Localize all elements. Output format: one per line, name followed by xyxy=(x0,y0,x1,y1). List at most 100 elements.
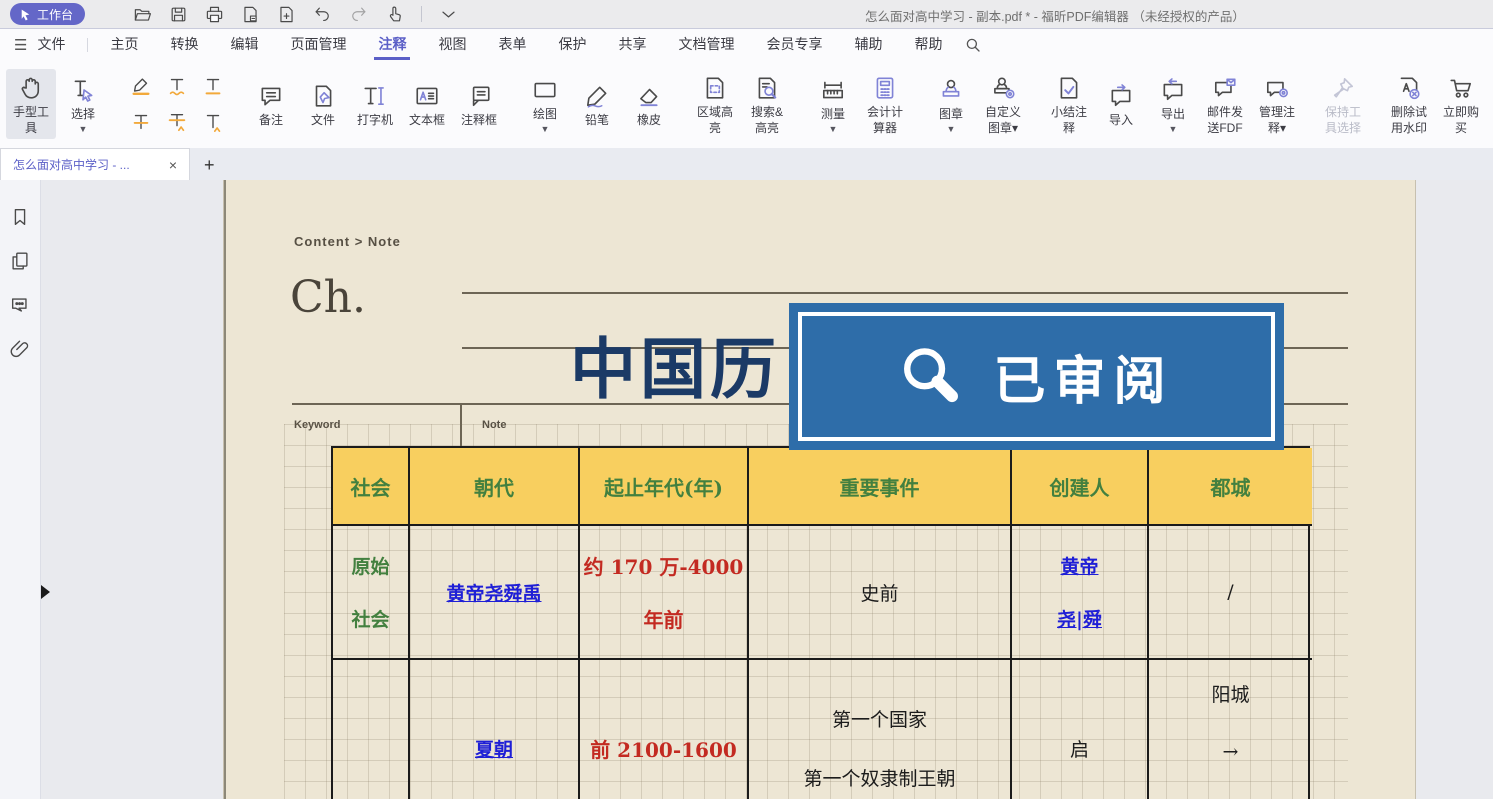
tab-close-icon[interactable]: × xyxy=(165,157,181,173)
page-new-icon[interactable] xyxy=(277,5,296,24)
strikeout-icon xyxy=(130,111,152,133)
paperclip-icon xyxy=(9,338,31,360)
drawing-button[interactable]: 绘图▼ xyxy=(520,71,570,136)
highlight-icon xyxy=(130,75,152,97)
manage-comments-button[interactable]: 管理注释▾ xyxy=(1252,69,1302,139)
founder-link-top[interactable]: 黄帝 xyxy=(1060,552,1098,579)
menu-convert[interactable]: 转换 xyxy=(162,29,206,60)
dropdown-caret-icon: ▼ xyxy=(1169,125,1178,134)
select-tool-button[interactable]: 选择▼ xyxy=(58,71,108,136)
print-icon[interactable] xyxy=(205,5,224,24)
ruler-icon xyxy=(820,77,846,103)
redo-icon xyxy=(349,5,368,24)
cell-period: 前 2100-1600 xyxy=(580,660,749,799)
remove-trial-watermark-button[interactable]: 删除试用水印 xyxy=(1384,69,1434,139)
textbox-icon xyxy=(414,83,440,109)
menu-home[interactable]: 主页 xyxy=(102,29,146,60)
toolbar-group: 图章▼自定义图章▾ xyxy=(920,60,1034,148)
buy-now-button[interactable]: 立即购买 xyxy=(1436,69,1486,139)
menu-help[interactable]: 帮助 xyxy=(906,29,950,60)
strikeout-button[interactable] xyxy=(123,104,159,140)
textbox-button[interactable]: 文本框 xyxy=(402,77,452,131)
cell-dynasty: 黄帝尧舜禹 xyxy=(410,526,580,660)
text-markup-grid xyxy=(123,68,231,140)
underline-button[interactable] xyxy=(195,68,231,104)
chevron-down-icon[interactable] xyxy=(439,5,458,24)
period-bottom: 年前 xyxy=(644,604,684,633)
menu-assist[interactable]: 辅助 xyxy=(846,29,890,60)
stamp-frame: 已审阅 xyxy=(798,312,1275,441)
dynasty-link[interactable]: 黄帝尧舜禹 xyxy=(446,579,541,606)
stamp-text: 已审阅 xyxy=(993,339,1173,414)
save-icon[interactable] xyxy=(169,5,188,24)
summarize-comments-button[interactable]: 小结注释 xyxy=(1044,69,1094,139)
search-highlight-button[interactable]: 搜索&高亮 xyxy=(742,69,792,139)
document-tab[interactable]: 怎么面对高中学习 - ... × xyxy=(0,148,190,180)
page-scan-icon[interactable] xyxy=(241,5,260,24)
tool-label: 区域高亮 xyxy=(695,105,735,136)
menu-file[interactable]: 文件 xyxy=(29,29,73,60)
tool-label: 橡皮 xyxy=(637,113,661,128)
dynasty-link[interactable]: 夏朝 xyxy=(475,735,513,762)
sidebar-attachments-button[interactable] xyxy=(9,338,31,360)
eraser-button[interactable]: 橡皮 xyxy=(624,77,674,131)
menu-page-manage[interactable]: 页面管理 xyxy=(282,29,354,60)
history-table: 社会 朝代 起止年代(年) 重要事件 创建人 都城 原始 社会 黄帝尧舜禹 约 … xyxy=(331,446,1310,799)
sidebar-bookmarks-button[interactable] xyxy=(9,206,31,228)
new-tab-button[interactable]: + xyxy=(190,155,229,180)
menu-edit[interactable]: 编辑 xyxy=(222,29,266,60)
calculator-button[interactable]: 会计计算器 xyxy=(860,69,910,139)
custom-stamp-button[interactable]: 自定义图章▾ xyxy=(978,69,1028,139)
reviewed-stamp-annotation[interactable]: 已审阅 xyxy=(789,303,1284,450)
menu-doc-manage[interactable]: 文档管理 xyxy=(670,29,742,60)
touch-pointer-icon[interactable] xyxy=(385,5,404,24)
replace-text-button[interactable] xyxy=(159,104,195,140)
callout-button[interactable]: 注释框 xyxy=(454,77,504,131)
hand-tool-button[interactable]: 手型工具 xyxy=(6,69,56,139)
menubar: ☰ 文件主页转换编辑页面管理注释视图表单保护共享文档管理会员专享辅助帮助 xyxy=(0,29,1493,60)
squiggly-button[interactable] xyxy=(159,68,195,104)
menu-form[interactable]: 表单 xyxy=(490,29,534,60)
undo-icon[interactable] xyxy=(313,5,332,24)
area-highlight-button[interactable]: 区域高亮 xyxy=(690,69,740,139)
manage-comment-icon xyxy=(1264,75,1290,101)
sidebar-comments-button[interactable] xyxy=(9,294,31,316)
workspace-button[interactable]: 工作台 xyxy=(10,3,85,25)
import-comments-button[interactable]: 导入 xyxy=(1096,77,1146,131)
panel-expand-handle[interactable] xyxy=(41,585,50,599)
menu-share[interactable]: 共享 xyxy=(610,29,654,60)
tool-label: 备注 xyxy=(259,113,283,128)
export-comments-button[interactable]: 导出▼ xyxy=(1148,71,1198,136)
menu-protect[interactable]: 保护 xyxy=(550,29,594,60)
insert-text-button[interactable] xyxy=(195,104,231,140)
file-attach-button[interactable]: 文件 xyxy=(298,77,348,131)
highlight-button[interactable] xyxy=(123,68,159,104)
capital-arrow: → xyxy=(1223,741,1239,763)
period-top: 约 170 万-4000 xyxy=(584,551,744,580)
menu-view[interactable]: 视图 xyxy=(430,29,474,60)
folder-open-icon[interactable] xyxy=(133,5,152,24)
eraser-icon xyxy=(636,83,662,109)
email-fdf-button[interactable]: 邮件发送FDF xyxy=(1200,69,1250,139)
society-bottom: 社会 xyxy=(351,605,389,632)
document-tabstrip: 怎么面对高中学习 - ... × + xyxy=(0,148,1493,180)
note-button[interactable]: 备注 xyxy=(246,77,296,131)
hand-icon xyxy=(18,75,44,101)
stamp-button[interactable]: 图章▼ xyxy=(926,71,976,136)
typewriter-button[interactable]: 打字机 xyxy=(350,77,400,131)
toolbar-group: 绘图▼铅笔橡皮 xyxy=(514,60,680,148)
enterprise-purchase-button[interactable]: 企业采购 xyxy=(1488,69,1493,139)
tool-label: 删除试用水印 xyxy=(1389,105,1429,136)
hamburger-icon[interactable]: ☰ xyxy=(14,36,27,54)
founder-link-bottom[interactable]: 尧|舜 xyxy=(1057,605,1102,632)
sidebar-pages-button[interactable] xyxy=(9,250,31,272)
pencil-button[interactable]: 铅笔 xyxy=(572,77,622,131)
menu-comment[interactable]: 注释 xyxy=(370,29,414,60)
menu-member[interactable]: 会员专享 xyxy=(758,29,830,60)
window-title: 怎么面对高中学习 - 副本.pdf * - 福昕PDF编辑器 （未经授权的产品） xyxy=(865,6,1245,25)
dropdown-caret-icon: ▼ xyxy=(829,125,838,134)
toolbar-group: 测量▼会计计算器 xyxy=(802,60,916,148)
file-attach-icon xyxy=(310,83,336,109)
measure-button[interactable]: 测量▼ xyxy=(808,71,858,136)
search-icon[interactable] xyxy=(964,36,982,54)
